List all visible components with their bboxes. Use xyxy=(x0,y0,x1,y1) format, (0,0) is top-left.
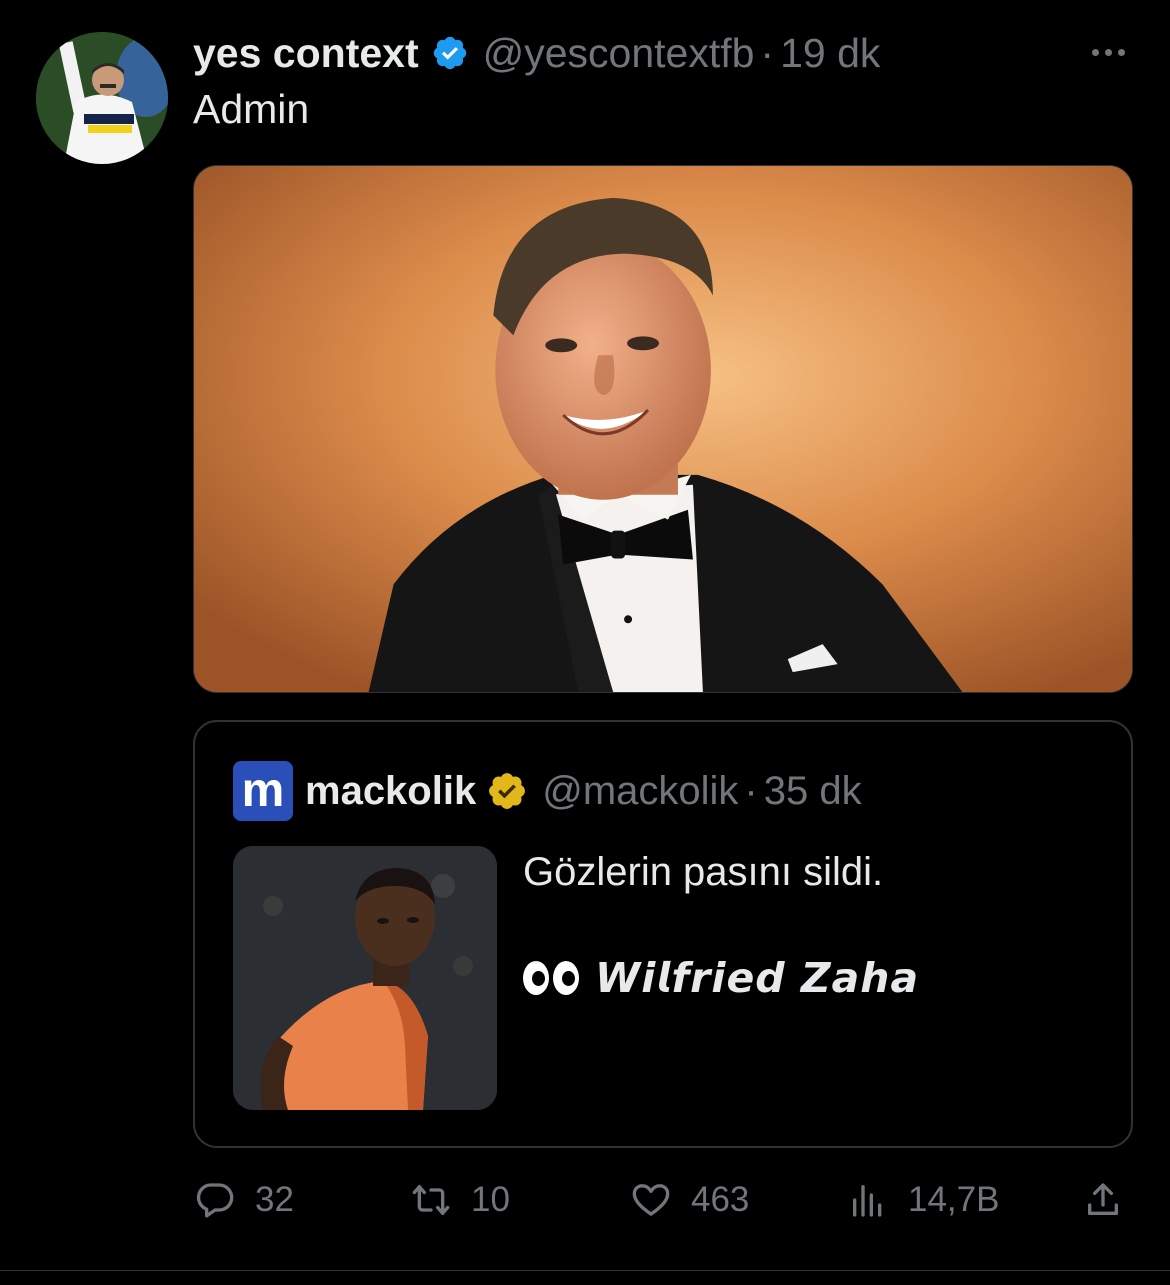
quoted-tweet-second-line: 𝙒𝙞𝙡𝙛𝙧𝙞𝙚𝙙 𝙕𝙖𝙝𝙖 xyxy=(523,954,919,1002)
player-name-text: 𝙒𝙞𝙡𝙛𝙧𝙞𝙚𝙙 𝙕𝙖𝙝𝙖 xyxy=(595,954,920,1002)
more-dots-icon xyxy=(1091,48,1099,56)
quoted-tweet-timestamp: 35 dk xyxy=(763,768,862,813)
retweet-icon xyxy=(412,1185,450,1215)
quoted-tweet-header: m mackolik @mackolik · 35 dk xyxy=(233,760,862,822)
views-chart-icon xyxy=(853,1185,882,1217)
author-avatar[interactable] xyxy=(36,32,168,164)
quoted-tweet-thumbnail[interactable] xyxy=(233,846,497,1110)
quoted-author-name[interactable]: mackolik xyxy=(305,769,476,814)
more-options-button[interactable] xyxy=(1086,32,1130,72)
reply-count: 32 xyxy=(255,1180,294,1219)
logo-letter: m xyxy=(241,764,285,817)
eyes-emoji-icon xyxy=(523,961,579,995)
separator-dot: · xyxy=(744,768,758,813)
tweet-action-bar: 32 10 463 14,7B xyxy=(193,1170,1133,1230)
tweet-timestamp[interactable]: 19 dk xyxy=(780,30,880,77)
like-count: 463 xyxy=(691,1180,750,1219)
views-button[interactable]: 14,7B xyxy=(848,1170,999,1230)
share-icon xyxy=(1088,1183,1118,1215)
author-handle[interactable]: @yescontextfb xyxy=(483,30,755,77)
reply-button[interactable]: 32 xyxy=(195,1170,294,1230)
like-button[interactable]: 463 xyxy=(631,1170,749,1230)
gold-verified-badge-icon[interactable] xyxy=(486,770,528,812)
tweet-divider xyxy=(0,1270,1170,1271)
verified-badge-icon[interactable] xyxy=(431,34,469,72)
separator-dot: · xyxy=(760,29,775,76)
share-button[interactable] xyxy=(1083,1170,1123,1230)
avatar-image xyxy=(36,32,168,164)
tuxedo-man-photo xyxy=(194,166,1132,692)
heart-icon xyxy=(632,1184,670,1216)
quoted-tweet-card[interactable]: m mackolik @mackolik · 35 dk Gözlerin pa… xyxy=(193,720,1133,1148)
more-dots-icon xyxy=(1104,48,1112,56)
football-player-photo xyxy=(233,846,497,1110)
quoted-tweet-text: Gözlerin pasını sildi. xyxy=(523,850,884,894)
mackolik-logo-avatar[interactable]: m xyxy=(233,761,293,821)
retweet-count: 10 xyxy=(471,1180,510,1219)
tweet-media-image[interactable] xyxy=(193,165,1133,693)
view-count: 14,7B xyxy=(908,1180,1000,1219)
author-display-name[interactable]: yes context xyxy=(193,30,419,77)
reply-icon xyxy=(196,1183,234,1218)
tweet-header: yes context @yescontextfb · 19 dk xyxy=(193,26,1130,80)
quoted-author-handle[interactable]: @mackolik xyxy=(542,769,738,814)
more-dots-icon xyxy=(1117,48,1125,56)
tweet-text: Admin xyxy=(193,86,310,132)
retweet-button[interactable]: 10 xyxy=(411,1170,510,1230)
tweet[interactable]: yes context @yescontextfb · 19 dk Admin xyxy=(0,0,1170,1285)
